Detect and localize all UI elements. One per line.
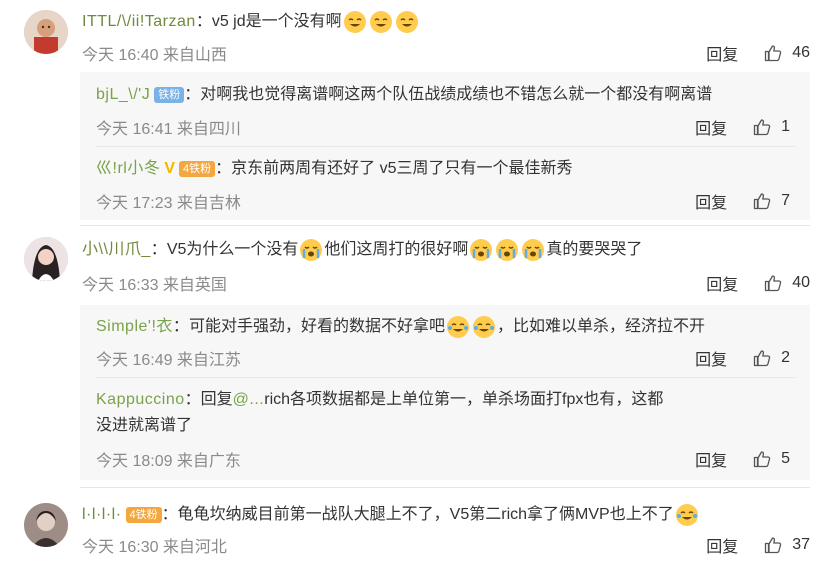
like-button[interactable]: 40: [764, 274, 810, 292]
username[interactable]: Simple'!衣: [96, 318, 173, 335]
separator: ：: [184, 86, 201, 103]
reply-button[interactable]: 回复: [695, 115, 727, 139]
like-button[interactable]: 2: [753, 349, 790, 367]
username[interactable]: Kappuccino: [96, 391, 185, 408]
fan-badge: 4铁粉: [179, 161, 216, 177]
timestamp: 今天 16:49 来自江苏: [96, 352, 241, 369]
like-count: 2: [781, 349, 790, 366]
thumbs-up-icon: [753, 193, 771, 210]
thumbs-up-icon: [765, 537, 782, 554]
reply-actions: 回复 7: [695, 189, 790, 213]
like-button[interactable]: 37: [764, 536, 810, 554]
separator: ：: [195, 13, 212, 31]
reply-prefix: 回复: [200, 391, 233, 408]
timestamp: 今天 16:33 来自英国: [82, 277, 227, 294]
like-button[interactable]: 5: [753, 450, 790, 468]
verified-v-icon: V: [164, 160, 176, 177]
reply-text: rich各项数据都是上单位第一，单杀场面打fpx也有，这都: [264, 391, 664, 408]
thumbs-up-icon: [753, 451, 771, 468]
timestamp: 今天 16:30 来自河北: [82, 539, 227, 556]
laugh-emoji-icon: [342, 11, 420, 33]
comment-body: 小\\川爪_：V5为什么一个没有 他们这周打的很好啊 真的要哭哭了: [82, 238, 642, 262]
fan-badge: 4铁粉: [125, 507, 162, 523]
reply-actions: 回复 1: [695, 115, 790, 139]
username[interactable]: 小\\川爪_: [82, 241, 151, 258]
mention-link[interactable]: @...: [233, 391, 265, 408]
reply-text-continued: 没进就离谱了: [96, 417, 193, 434]
separator: ：: [215, 160, 232, 178]
crying-laughing-emoji-icon: [674, 504, 700, 526]
timestamp: 今天 16:40 来自山西: [82, 47, 227, 64]
comment-3: l·l·l·l· 4铁粉 ：龟龟坎纳威目前第一战队大腿上不了，V5第二rich拿了俩…: [0, 487, 834, 565]
reply-button[interactable]: 回复: [706, 533, 738, 557]
reply-actions: 回复 5: [695, 447, 790, 471]
comment-text: 真的要哭哭了: [546, 241, 643, 259]
reply-item: Simple'!衣：可能对手强劲，好看的数据不好拿吧 ，比如难以单杀，经济拉不开 …: [80, 305, 810, 377]
thumbs-up-icon: [765, 45, 782, 62]
reply-text: 对啊我也觉得离谱啊这两个队伍战绩成绩也不错怎么就一个都没有啊离谱: [200, 86, 713, 103]
comment-2: 小\\川爪_：V5为什么一个没有 他们这周打的很好啊 真的要哭哭了 今天 16:33…: [0, 225, 834, 485]
reply-item: Kappuccino：回复@...rich各项数据都是上单位第一，单杀场面打fp…: [80, 377, 810, 480]
like-button[interactable]: 46: [764, 44, 810, 62]
avatar[interactable]: [24, 503, 68, 547]
like-count: 40: [792, 274, 810, 291]
reply-button[interactable]: 回复: [695, 189, 727, 213]
reply-body: Simple'!衣：可能对手强劲，好看的数据不好拿吧 ，比如难以单杀，经济拉不开: [96, 315, 705, 339]
reply-text: ，比如难以单杀，经济拉不开: [496, 318, 705, 336]
separator: ：: [161, 506, 178, 524]
thumbs-up-icon: [753, 350, 771, 367]
reply-item: 巛!rl小冬 V 4铁粉 ：京东前两周有还好了 v5三周了只有一个最佳新秀 今天 17…: [80, 146, 810, 220]
username[interactable]: ITTL/\/ii!Tarzan: [82, 13, 196, 30]
reply-text: 京东前两周有还好了 v5三周了只有一个最佳新秀: [231, 160, 573, 178]
like-count: 1: [781, 118, 790, 135]
thumbs-up-icon: [753, 119, 771, 136]
fan-badge-label: 铁粉: [189, 163, 212, 175]
username[interactable]: 巛!rl小冬: [96, 160, 160, 177]
crying-emoji-icon: [468, 239, 546, 261]
reply-button[interactable]: 回复: [706, 41, 738, 65]
username[interactable]: l·l·l·l·: [82, 506, 122, 523]
reply-button[interactable]: 回复: [706, 271, 738, 295]
comment-text: 他们这周打的很好啊: [324, 241, 469, 259]
comment-text: v5 jd是一个没有啊: [211, 13, 342, 31]
fan-badge-label: 铁粉: [135, 509, 158, 521]
reply-body: 巛!rl小冬 V 4铁粉 ：京东前两周有还好了 v5三周了只有一个最佳新秀: [96, 158, 573, 180]
comment-1: ITTL/\/ii!Tarzan：v5 jd是一个没有啊 今天 16:40 来自…: [0, 0, 834, 220]
reply-body: bjL_\/'J 铁粉 ：对啊我也觉得离谱啊这两个队伍战绩成绩也不错怎么就一个都没有…: [96, 84, 712, 106]
username[interactable]: bjL_\/'J: [96, 86, 150, 103]
reply-item: bjL_\/'J 铁粉 ：对啊我也觉得离谱啊这两个队伍战绩成绩也不错怎么就一个都没有…: [80, 72, 810, 146]
reply-button[interactable]: 回复: [695, 447, 727, 471]
like-button[interactable]: 1: [753, 118, 790, 136]
timestamp: 今天 17:23 来自吉林: [96, 195, 241, 212]
separator: ：: [172, 318, 189, 336]
comment-body: l·l·l·l· 4铁粉 ：龟龟坎纳威目前第一战队大腿上不了，V5第二rich拿了俩…: [82, 503, 700, 527]
thumbs-up-icon: [765, 275, 782, 292]
like-count: 46: [792, 44, 810, 61]
avatar[interactable]: [24, 237, 68, 281]
comment-actions: 回复 37: [706, 533, 810, 557]
crying-laughing-emoji-icon: [445, 316, 497, 338]
reply-body: Kappuccino：回复@...rich各项数据都是上单位第一，单杀场面打fp…: [96, 389, 663, 411]
like-count: 37: [792, 536, 810, 553]
crying-emoji-icon: [298, 239, 324, 261]
reply-button[interactable]: 回复: [695, 346, 727, 370]
reply-thread: bjL_\/'J 铁粉 ：对啊我也觉得离谱啊这两个队伍战绩成绩也不错怎么就一个都没有…: [80, 72, 810, 220]
comment-actions: 回复 40: [706, 271, 810, 295]
comment-text: 龟龟坎纳威目前第一战队大腿上不了，V5第二rich拿了俩MVP也上不了: [177, 506, 674, 524]
comment-body: ITTL/\/ii!Tarzan：v5 jd是一个没有啊: [82, 10, 420, 34]
timestamp: 今天 16:41 来自四川: [96, 121, 241, 138]
timestamp: 今天 18:09 来自广东: [96, 453, 241, 470]
separator: ：: [150, 241, 167, 259]
comment-text: V5为什么一个没有: [166, 241, 299, 259]
separator: ：: [184, 391, 201, 408]
like-count: 7: [781, 192, 790, 209]
avatar[interactable]: [24, 10, 68, 54]
reply-thread: Simple'!衣：可能对手强劲，好看的数据不好拿吧 ，比如难以单杀，经济拉不开 …: [80, 305, 810, 480]
like-count: 5: [781, 450, 790, 467]
comment-actions: 回复 46: [706, 41, 810, 65]
fan-badge: 铁粉: [154, 86, 185, 103]
reply-text: 可能对手强劲，好看的数据不好拿吧: [188, 318, 445, 336]
reply-actions: 回复 2: [695, 346, 790, 370]
like-button[interactable]: 7: [753, 192, 790, 210]
